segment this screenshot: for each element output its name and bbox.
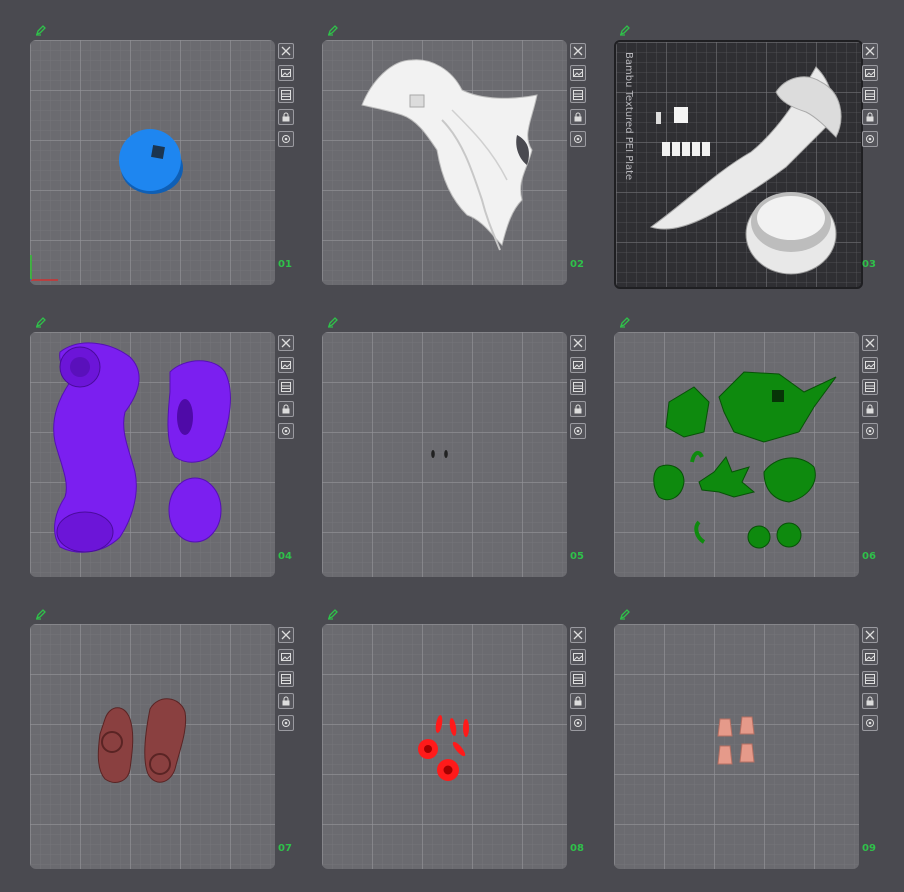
plate-number: 02: [570, 259, 584, 270]
build-plate[interactable]: [322, 624, 567, 869]
edit-pencil-icon[interactable]: [327, 316, 339, 328]
image-icon[interactable]: [570, 65, 586, 81]
layout-icon[interactable]: [862, 379, 878, 395]
settings-icon[interactable]: [570, 715, 586, 731]
lock-icon[interactable]: [570, 693, 586, 709]
build-plate[interactable]: [614, 332, 859, 577]
image-icon[interactable]: [278, 649, 294, 665]
plate-number: 08: [570, 843, 584, 854]
layout-icon[interactable]: [278, 87, 294, 103]
lock-icon[interactable]: [278, 693, 294, 709]
plate-models: [649, 66, 842, 275]
build-plate-textured[interactable]: Bambu Textured PEI Plate: [614, 40, 863, 289]
lock-icon[interactable]: [278, 109, 294, 125]
settings-icon[interactable]: [570, 423, 586, 439]
plate-toolbar: [570, 43, 588, 153]
edit-pencil-icon[interactable]: [619, 608, 631, 620]
close-icon[interactable]: [278, 335, 294, 351]
close-icon[interactable]: [570, 43, 586, 59]
layout-icon[interactable]: [570, 87, 586, 103]
plate-toolbar: [862, 627, 880, 737]
layout-icon[interactable]: [278, 379, 294, 395]
image-icon[interactable]: [278, 65, 294, 81]
plate-models: [431, 450, 448, 458]
lock-icon[interactable]: [862, 401, 878, 417]
plate-toolbar: [278, 627, 296, 737]
layout-icon[interactable]: [278, 671, 294, 687]
plate-toolbar: [278, 335, 296, 445]
plate-toolbar: [862, 43, 880, 153]
plate-number: 03: [862, 259, 876, 270]
image-icon[interactable]: [862, 65, 878, 81]
settings-icon[interactable]: [862, 423, 878, 439]
close-icon[interactable]: [278, 43, 294, 59]
plate-cell-04: 04: [30, 317, 300, 600]
edit-pencil-icon[interactable]: [35, 316, 47, 328]
build-plate[interactable]: [30, 332, 275, 577]
settings-icon[interactable]: [862, 715, 878, 731]
plate-models: [717, 716, 755, 765]
lock-icon[interactable]: [862, 109, 878, 125]
edit-pencil-icon[interactable]: [619, 24, 631, 36]
plate-number: 06: [862, 551, 876, 562]
layout-icon[interactable]: [862, 671, 878, 687]
close-icon[interactable]: [862, 335, 878, 351]
build-plate[interactable]: [614, 624, 859, 869]
edit-pencil-icon[interactable]: [327, 24, 339, 36]
plate-cell-08: 08: [322, 609, 592, 892]
build-plate[interactable]: [322, 40, 567, 285]
plate-models: [97, 698, 187, 783]
plate-toolbar: [278, 43, 296, 153]
plate-number: 05: [570, 551, 584, 562]
settings-icon[interactable]: [570, 131, 586, 147]
close-icon[interactable]: [862, 627, 878, 643]
layout-icon[interactable]: [862, 87, 878, 103]
image-icon[interactable]: [570, 649, 586, 665]
close-icon[interactable]: [278, 627, 294, 643]
image-icon[interactable]: [862, 357, 878, 373]
plate-models: [418, 715, 469, 781]
settings-icon[interactable]: [278, 715, 294, 731]
edit-pencil-icon[interactable]: [35, 24, 47, 36]
plate-models: [653, 371, 837, 549]
plate-cell-09: 09: [614, 609, 884, 892]
plate-models: [30, 129, 183, 281]
plate-cell-05: 05: [322, 317, 592, 600]
layout-icon[interactable]: [570, 379, 586, 395]
settings-icon[interactable]: [278, 423, 294, 439]
plate-toolbar: [570, 335, 588, 445]
lock-icon[interactable]: [570, 109, 586, 125]
build-plate[interactable]: [30, 40, 275, 285]
close-icon[interactable]: [570, 627, 586, 643]
plate-number: 01: [278, 259, 292, 270]
plate-cell-06: 06: [614, 317, 884, 600]
plate-models: [53, 342, 231, 553]
close-icon[interactable]: [862, 43, 878, 59]
plate-number: 09: [862, 843, 876, 854]
edit-pencil-icon[interactable]: [35, 608, 47, 620]
close-icon[interactable]: [570, 335, 586, 351]
settings-icon[interactable]: [278, 131, 294, 147]
plate-cell-01: 01: [30, 25, 300, 308]
plate-number: 04: [278, 551, 292, 562]
plate-cell-07: 07: [30, 609, 300, 892]
plate-number: 07: [278, 843, 292, 854]
image-icon[interactable]: [278, 357, 294, 373]
plate-models: [361, 59, 538, 251]
settings-icon[interactable]: [862, 131, 878, 147]
plate-toolbar: [570, 627, 588, 737]
edit-pencil-icon[interactable]: [327, 608, 339, 620]
edit-pencil-icon[interactable]: [619, 316, 631, 328]
plate-cell-02: 02: [322, 25, 592, 308]
lock-icon[interactable]: [570, 401, 586, 417]
image-icon[interactable]: [862, 649, 878, 665]
build-plate[interactable]: [322, 332, 567, 577]
lock-icon[interactable]: [862, 693, 878, 709]
build-plate[interactable]: [30, 624, 275, 869]
plate-cell-03: Bambu Textured PEI Plate 03: [614, 25, 884, 308]
layout-icon[interactable]: [570, 671, 586, 687]
image-icon[interactable]: [570, 357, 586, 373]
plate-toolbar: [862, 335, 880, 445]
lock-icon[interactable]: [278, 401, 294, 417]
